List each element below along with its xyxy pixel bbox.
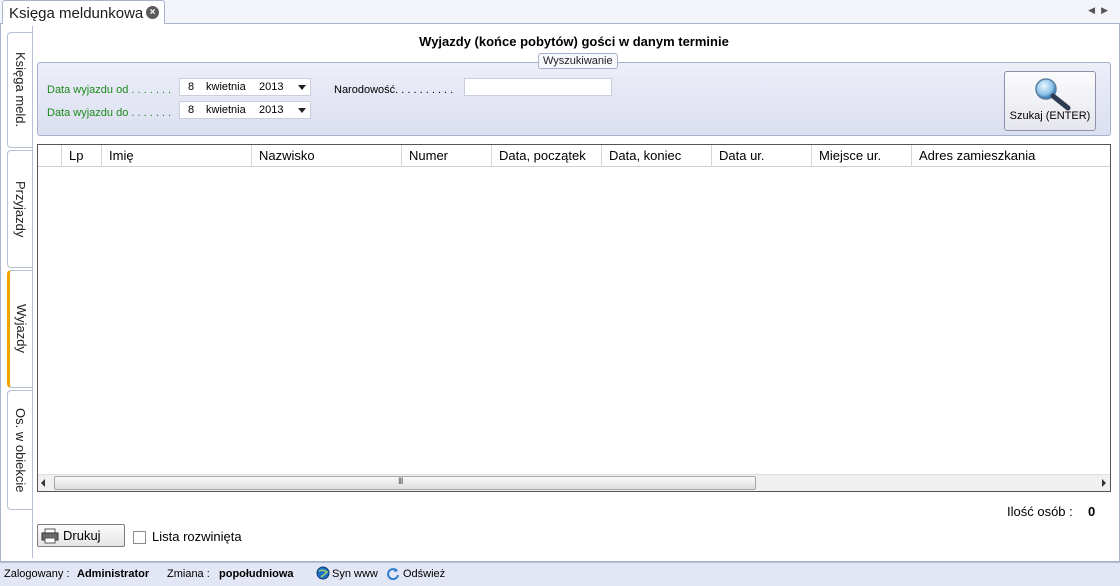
col-data-koniec[interactable]: Data, koniec (602, 145, 712, 167)
tab-title: Księga meldunkowa (9, 4, 144, 22)
search-button[interactable]: Szukaj (ENTER) (1004, 71, 1096, 131)
date-to-month: kwietnia (206, 104, 246, 116)
scroll-left-icon[interactable] (41, 479, 45, 487)
print-button-label: Drukuj (63, 528, 101, 543)
expanded-list-label: Lista rozwinięta (152, 529, 242, 544)
side-tab-label: Wyjazdy (14, 304, 29, 354)
nationality-input[interactable] (464, 78, 612, 96)
magnifier-icon (1035, 78, 1071, 111)
logged-label: Zalogowany : (4, 568, 70, 580)
col-imie[interactable]: Imię (102, 145, 252, 167)
sync-www-link[interactable]: Syn www (332, 568, 378, 580)
count-label: Ilość osób : (1007, 504, 1073, 519)
expanded-list-checkbox[interactable] (133, 531, 146, 544)
date-to-day: 8 (188, 104, 195, 116)
col-data-poczatek[interactable]: Data, początek (492, 145, 602, 167)
date-to-picker[interactable]: 8 kwietnia 2013 (179, 101, 311, 119)
date-from-picker[interactable]: 8 kwietnia 2013 (179, 78, 311, 96)
refresh-icon[interactable] (386, 566, 400, 580)
side-tab-przyjazdy[interactable]: Przyjazdy (7, 150, 33, 268)
printer-icon (41, 528, 59, 543)
document-tab-strip: Księga meldunkowa × ◀▶ (0, 0, 1120, 25)
side-tab-wyjazdy[interactable]: Wyjazdy (7, 270, 33, 388)
results-grid[interactable]: Lp Imię Nazwisko Numer Data, początek Da… (37, 144, 1111, 492)
scroll-thumb[interactable]: III (54, 476, 756, 490)
scroll-right-icon[interactable] (1102, 479, 1106, 487)
page-title: Wyjazdy (końce pobytów) gości w danym te… (419, 34, 729, 49)
grid-header: Lp Imię Nazwisko Numer Data, początek Da… (38, 145, 1110, 167)
search-group-caption: Wyszukiwanie (538, 53, 618, 69)
side-tab-ksiega-meld[interactable]: Księga meld. (7, 32, 33, 148)
col-miejsce-ur[interactable]: Miejsce ur. (812, 145, 912, 167)
search-button-label: Szukaj (ENTER) (1009, 110, 1091, 122)
col-adres[interactable]: Adres zamieszkania (912, 145, 1110, 167)
horizontal-scrollbar[interactable]: III (38, 474, 1110, 491)
date-from-day: 8 (188, 81, 195, 93)
shift-value: popołudniowa (219, 568, 294, 580)
status-bar: Zalogowany : Administrator Zmiana : popo… (0, 562, 1120, 586)
date-from-label: Data wyjazdu od . . . . . . . (47, 84, 172, 96)
col-data-ur[interactable]: Data ur. (712, 145, 812, 167)
close-icon[interactable]: × (146, 6, 159, 19)
date-from-year: 2013 (259, 81, 284, 93)
shift-label: Zmiana : (167, 568, 210, 580)
col-nazwisko[interactable]: Nazwisko (252, 145, 402, 167)
col-lp[interactable]: Lp (62, 145, 102, 167)
date-to-year: 2013 (259, 104, 284, 116)
refresh-link[interactable]: Odśwież (403, 568, 445, 580)
tab-scroll-arrows-icon[interactable]: ◀▶ (1088, 5, 1114, 16)
tab-ksiega-meldunkowa[interactable]: Księga meldunkowa × (2, 0, 165, 25)
print-button[interactable]: Drukuj (37, 524, 125, 547)
content-panel: Wyjazdy (końce pobytów) gości w danym te… (32, 26, 1114, 558)
side-tab-label: Przyjazdy (13, 180, 28, 238)
side-tab-label: Os. w obiekcie (13, 407, 28, 493)
nationality-label: Narodowość. . . . . . . . . . (334, 84, 454, 96)
side-tab-os-w-obiekcie[interactable]: Os. w obiekcie (7, 390, 33, 510)
side-tab-label: Księga meld. (13, 52, 28, 128)
search-group: Wyszukiwanie Data wyjazdu od . . . . . .… (37, 53, 1111, 136)
count-value: 0 (1088, 504, 1096, 519)
col-numer[interactable]: Numer (402, 145, 492, 167)
chevron-down-icon[interactable] (298, 85, 306, 90)
date-to-label: Data wyjazdu do . . . . . . . (47, 107, 172, 119)
col-selector[interactable] (38, 145, 62, 167)
scroll-grip: III (398, 476, 403, 486)
date-from-month: kwietnia (206, 81, 246, 93)
globe-icon[interactable] (316, 566, 330, 580)
chevron-down-icon[interactable] (298, 108, 306, 113)
logged-user: Administrator (77, 568, 150, 580)
